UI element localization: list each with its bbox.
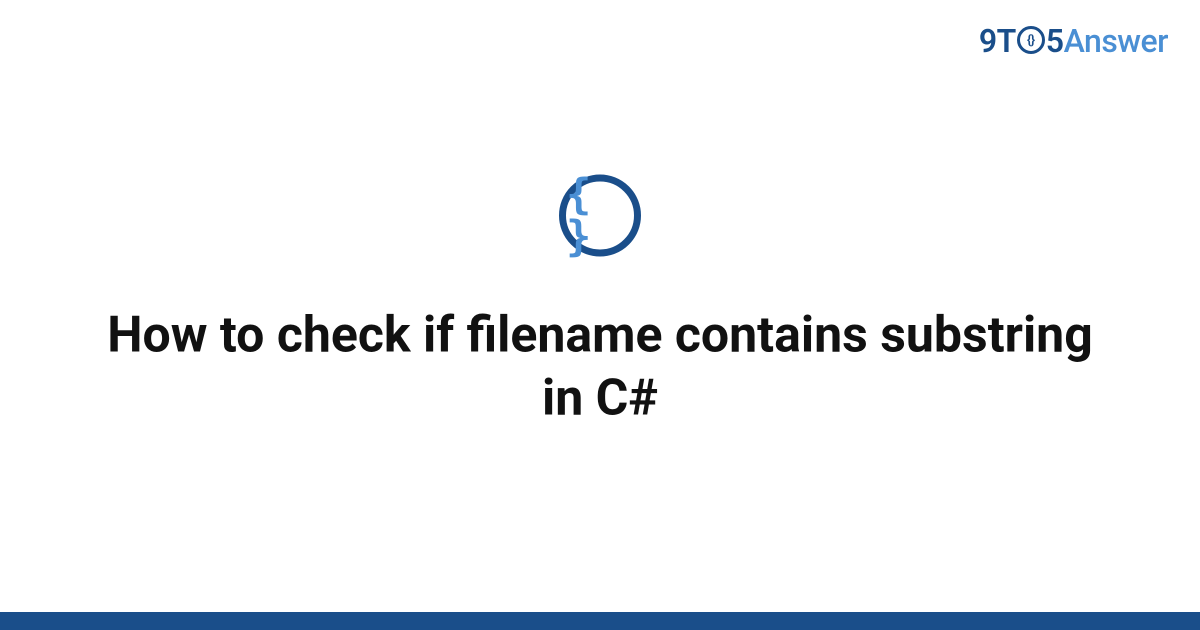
code-braces-icon: { } (566, 174, 634, 258)
page-title: How to check if filename contains substr… (100, 305, 1100, 430)
logo-braces-small-icon: {} (1027, 34, 1035, 47)
logo-text-answer: Answer (1064, 22, 1168, 60)
main-content: { } How to check if filename contains su… (0, 175, 1200, 430)
site-logo: 9T {} 5 Answer (979, 22, 1168, 60)
footer-accent-bar (0, 612, 1200, 630)
logo-circle-icon: {} (1017, 26, 1045, 54)
logo-text-9t: 9T (979, 22, 1016, 60)
category-icon-circle: { } (559, 175, 641, 257)
logo-text-5: 5 (1046, 22, 1064, 60)
